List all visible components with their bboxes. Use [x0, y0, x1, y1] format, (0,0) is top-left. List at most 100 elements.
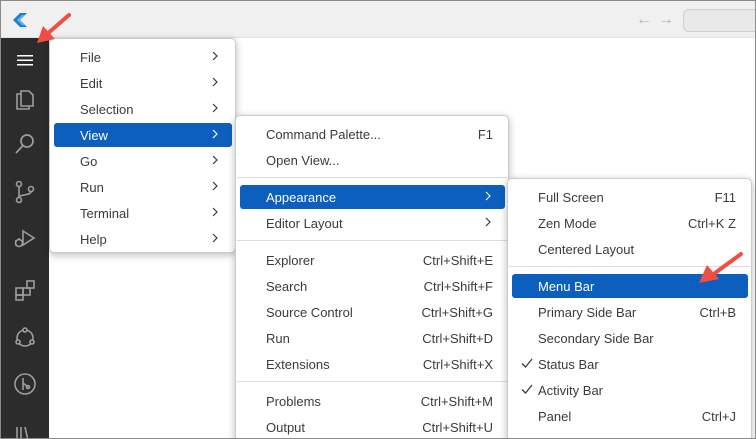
menu-item-explorer[interactable]: Explorer Ctrl+Shift+E: [240, 248, 505, 272]
menu-item-shortcut: Ctrl+Shift+U: [422, 419, 493, 435]
chevron-right-icon: [212, 51, 218, 61]
git-graph-icon: [14, 373, 36, 395]
menu-item-terminal[interactable]: Terminal: [54, 201, 232, 225]
remote-button[interactable]: [1, 316, 49, 360]
menu-item-shortcut: Ctrl+Shift+E: [422, 252, 493, 268]
menu-item-full-screen[interactable]: Full Screen F11: [512, 185, 748, 209]
menu-item-label: Selection: [80, 101, 134, 117]
appearance-menu: Full Screen F11 Zen Mode Ctrl+K Z Center…: [507, 178, 752, 438]
chevron-right-icon: [485, 191, 491, 201]
chevron-right-icon: [212, 103, 218, 113]
menu-item-editor-layout[interactable]: Editor Layout: [240, 211, 505, 235]
menu-hamburger-icon: [17, 55, 33, 66]
library-button[interactable]: [1, 410, 49, 438]
menu-item-run[interactable]: Run Ctrl+Shift+D: [240, 326, 505, 350]
menu-item-label: Editor Layout: [266, 215, 343, 231]
menu-item-label: Go: [80, 153, 98, 169]
chevron-right-icon: [212, 129, 218, 139]
remote-icon: [15, 327, 35, 347]
chevron-right-icon: [212, 233, 218, 243]
run-debug-button[interactable]: [1, 216, 49, 260]
menu-item-label: Centered Layout: [538, 241, 635, 257]
menu-item-label: Secondary Side Bar: [538, 330, 654, 346]
menu-item-output[interactable]: Output Ctrl+Shift+U: [240, 415, 505, 438]
menu-item-shortcut: Ctrl+J: [701, 408, 736, 424]
menu-item-go[interactable]: Go: [54, 149, 232, 173]
chevron-right-icon: [212, 181, 218, 191]
menu-item-label: Extensions: [266, 356, 330, 372]
menu-item-run[interactable]: Run: [54, 175, 232, 199]
source-control-button[interactable]: [1, 170, 49, 214]
menu-item-shortcut: F11: [714, 189, 736, 205]
menu-item-label: Appearance: [266, 189, 337, 205]
menu-item-shortcut: Ctrl+Shift+X: [422, 356, 493, 372]
search-button[interactable]: [1, 122, 49, 166]
menu-item-label: Terminal: [80, 205, 130, 221]
chevron-right-icon: [212, 155, 218, 165]
menu-item-shortcut: Ctrl+Shift+G: [421, 304, 493, 320]
menu-item-label: File: [80, 49, 101, 65]
menu-item-label: Run: [80, 179, 104, 195]
menu-item-search[interactable]: Search Ctrl+Shift+F: [240, 274, 505, 298]
menu-separator: [237, 381, 507, 382]
menu-item-open-view[interactable]: Open View...: [240, 148, 505, 172]
menu-item-edit[interactable]: Edit: [54, 71, 232, 95]
menu-item-shortcut: Ctrl+K Z: [687, 215, 736, 231]
menu-item-label: Help: [80, 231, 107, 247]
menu-item-secondary-side-bar[interactable]: Secondary Side Bar: [512, 326, 748, 350]
menu-item-help[interactable]: Help: [54, 227, 232, 251]
command-center-search[interactable]: [683, 9, 755, 32]
menu-item-shortcut: Ctrl+Shift+F: [423, 278, 493, 294]
menu-item-extensions[interactable]: Extensions Ctrl+Shift+X: [240, 352, 505, 376]
menu-item-status-bar[interactable]: Status Bar: [512, 352, 748, 376]
annotation-arrow-icon: [37, 13, 71, 43]
menu-item-label: Command Palette...: [266, 126, 381, 142]
menu-separator: [237, 240, 507, 241]
menu-item-label: Activity Bar: [538, 382, 604, 398]
menu-item-primary-side-bar[interactable]: Primary Side Bar Ctrl+B: [512, 300, 748, 324]
menu-item-shortcut: Ctrl+Shift+D: [422, 330, 493, 346]
menu-item-view[interactable]: View: [54, 123, 232, 147]
menu-item-label: Open View...: [266, 152, 340, 168]
annotation-arrow-icon: [699, 252, 743, 283]
menu-item-selection[interactable]: Selection: [54, 97, 232, 121]
menu-item-source-control[interactable]: Source Control Ctrl+Shift+G: [240, 300, 505, 324]
menu-item-label: View: [80, 127, 108, 143]
activity-bar: [1, 38, 49, 438]
menu-item-label: Zen Mode: [538, 215, 597, 231]
run-debug-icon: [14, 229, 36, 248]
menu-item-zen-mode[interactable]: Zen Mode Ctrl+K Z: [512, 211, 748, 235]
arrow-right-icon[interactable]: →: [657, 11, 675, 29]
menu-item-label: Primary Side Bar: [538, 304, 637, 320]
menu-item-file[interactable]: File: [54, 45, 232, 69]
check-icon: [521, 384, 533, 394]
menu-item-label: Panel: [538, 408, 572, 424]
vscode-logo-icon: [13, 13, 27, 27]
title-bar: ← →: [1, 1, 755, 38]
git-graph-button[interactable]: [1, 362, 49, 406]
extensions-button[interactable]: [1, 268, 49, 312]
menu-item-label: Problems: [266, 393, 321, 409]
main-menu: File Edit Selection View Go Run Terminal: [49, 38, 236, 253]
menu-item-label: Explorer: [266, 252, 315, 268]
explorer-icon: [16, 90, 34, 110]
menu-item-problems[interactable]: Problems Ctrl+Shift+M: [240, 389, 505, 413]
menu-item-label: Edit: [80, 75, 103, 91]
view-menu: Command Palette... F1 Open View... Appea…: [235, 115, 509, 438]
menu-item-shortcut: F1: [477, 126, 493, 142]
chevron-right-icon: [212, 77, 218, 87]
chevron-right-icon: [485, 217, 491, 227]
source-control-icon: [15, 180, 35, 204]
arrow-left-icon[interactable]: ←: [635, 11, 653, 29]
menu-item-label: Source Control: [266, 304, 353, 320]
menu-item-panel[interactable]: Panel Ctrl+J: [512, 404, 748, 428]
menu-item-label: Output: [266, 419, 306, 435]
menu-item-label: Search: [266, 278, 308, 294]
menu-item-appearance[interactable]: Appearance: [240, 185, 505, 209]
extensions-icon: [15, 280, 35, 301]
menu-item-activity-bar[interactable]: Activity Bar: [512, 378, 748, 402]
explorer-button[interactable]: [1, 76, 49, 120]
menu-item-command-palette[interactable]: Command Palette... F1: [240, 122, 505, 146]
menu-item-label: Status Bar: [538, 356, 599, 372]
menu-item-shortcut: Ctrl+B: [699, 304, 736, 320]
